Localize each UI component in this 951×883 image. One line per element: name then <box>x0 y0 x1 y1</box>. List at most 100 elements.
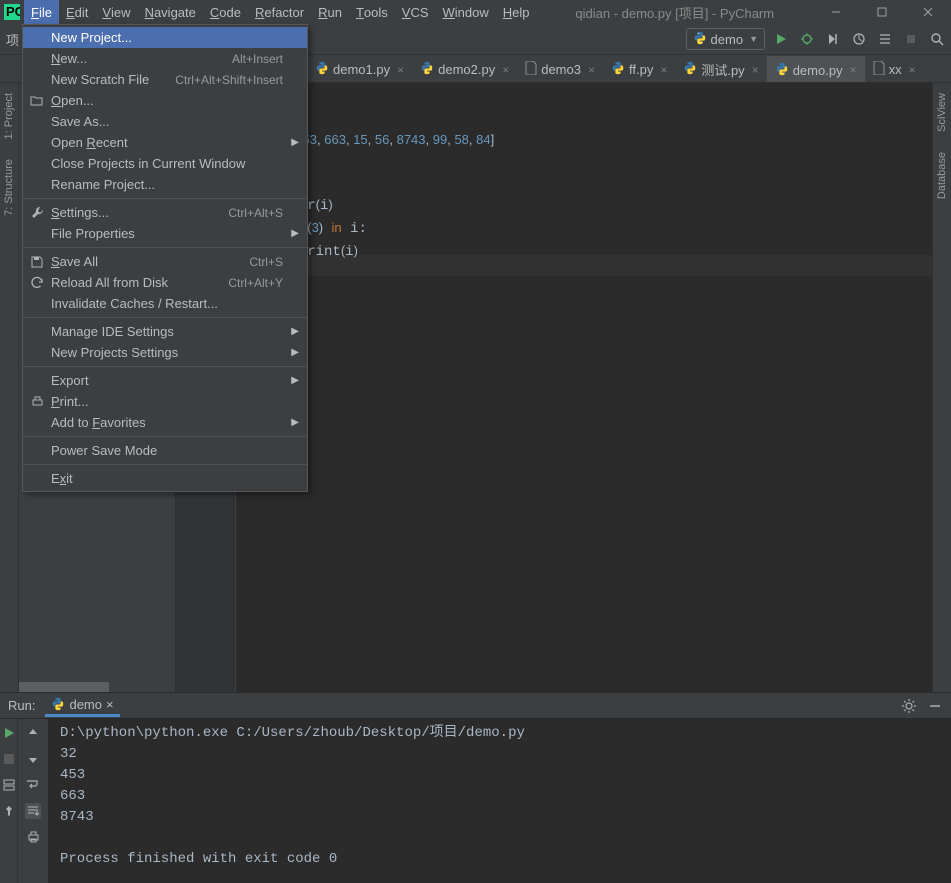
hide-panel-button[interactable] <box>927 698 943 714</box>
tool-button-sciview[interactable]: SciView <box>936 87 948 138</box>
layout-button[interactable] <box>1 777 17 793</box>
menu-item[interactable]: New Project... <box>23 27 307 48</box>
editor-tab[interactable]: demo3× <box>517 56 603 82</box>
run-actions-primary <box>0 719 17 883</box>
close-icon[interactable]: × <box>106 697 114 712</box>
chevron-right-icon: ▶ <box>291 228 299 239</box>
menu-window[interactable]: Window <box>436 0 496 24</box>
run-config-selector[interactable]: demo ▼ <box>686 28 765 50</box>
down-button[interactable] <box>25 751 41 767</box>
horizontal-scrollbar[interactable] <box>19 682 109 692</box>
menu-item[interactable]: New Projects Settings▶ <box>23 342 307 363</box>
run-panel-title: Run: <box>8 698 35 713</box>
menu-bar: FileEditViewNavigateCodeRefactorRunTools… <box>24 0 537 24</box>
menu-item[interactable]: Invalidate Caches / Restart... <box>23 293 307 314</box>
run-tab-label: demo <box>69 697 102 712</box>
rerun-button[interactable] <box>1 725 17 741</box>
menu-navigate[interactable]: Navigate <box>138 0 203 24</box>
search-everywhere-button[interactable] <box>929 31 945 47</box>
menu-vcs[interactable]: VCS <box>395 0 436 24</box>
close-icon[interactable]: × <box>752 63 759 77</box>
settings-icon[interactable] <box>901 698 917 714</box>
close-icon[interactable]: × <box>850 63 857 77</box>
menu-item[interactable]: Open Recent▶ <box>23 132 307 153</box>
menu-item[interactable]: Print... <box>23 391 307 412</box>
menu-run[interactable]: Run <box>311 0 349 24</box>
menu-item[interactable]: Export▶ <box>23 370 307 391</box>
console-output[interactable]: D:\python\python.exe C:/Users/zhoub/Desk… <box>48 719 951 883</box>
close-icon[interactable]: × <box>909 63 916 77</box>
run-coverage-button[interactable] <box>825 31 841 47</box>
tool-button-database[interactable]: Database <box>936 146 948 205</box>
menu-edit[interactable]: Edit <box>59 0 95 24</box>
run-button[interactable] <box>773 31 789 47</box>
tool-button-structure[interactable]: 7: Structure <box>3 153 15 222</box>
editor-tab[interactable]: demo2.py × <box>412 56 517 82</box>
menu-item[interactable]: Rename Project... <box>23 174 307 195</box>
menu-item[interactable]: Close Projects in Current Window <box>23 153 307 174</box>
close-icon[interactable]: × <box>397 63 404 77</box>
menu-item[interactable]: New...Alt+Insert <box>23 48 307 69</box>
code-text[interactable]: 15, 453, 663, 15, 56, 8743, 99, 58, 84] … <box>236 83 935 692</box>
python-icon <box>420 61 434 78</box>
menu-item[interactable]: Settings...Ctrl+Alt+S <box>23 202 307 223</box>
attach-button[interactable] <box>877 31 893 47</box>
stop-button[interactable] <box>903 31 919 47</box>
menu-item[interactable]: Save AllCtrl+S <box>23 251 307 272</box>
menu-file[interactable]: File <box>24 0 59 24</box>
profile-button[interactable] <box>851 31 867 47</box>
run-panel-header: Run: demo × <box>0 692 951 719</box>
chevron-right-icon: ▶ <box>291 326 299 337</box>
menu-item-label: Rename Project... <box>51 177 155 192</box>
menu-item[interactable]: Manage IDE Settings▶ <box>23 321 307 342</box>
soft-wrap-button[interactable] <box>25 777 41 793</box>
print-button[interactable] <box>25 829 41 845</box>
menu-item[interactable]: File Properties▶ <box>23 223 307 244</box>
run-tab[interactable]: demo × <box>45 695 119 717</box>
scroll-to-end-button[interactable] <box>25 803 41 819</box>
close-icon[interactable]: × <box>660 63 667 77</box>
menu-item[interactable]: Reload All from DiskCtrl+Alt+Y <box>23 272 307 293</box>
file-menu-dropdown: New Project...New...Alt+InsertNew Scratc… <box>22 24 308 492</box>
tab-label: ff.py <box>629 62 653 77</box>
tab-label: 测试.py <box>701 60 744 79</box>
close-icon[interactable]: × <box>588 63 595 77</box>
menu-view[interactable]: View <box>95 0 137 24</box>
menu-item[interactable]: Add to Favorites▶ <box>23 412 307 433</box>
menu-item[interactable]: New Scratch FileCtrl+Alt+Shift+Insert <box>23 69 307 90</box>
menu-item-label: Save All <box>51 254 98 269</box>
tab-label: demo2.py <box>438 62 495 77</box>
menu-item-label: Settings... <box>51 205 109 220</box>
editor-tab[interactable]: 测试.py × <box>675 56 766 82</box>
chevron-right-icon: ▶ <box>291 347 299 358</box>
tab-label: demo1.py <box>333 62 390 77</box>
menu-item[interactable]: Exit <box>23 468 307 489</box>
menu-refactor[interactable]: Refactor <box>248 0 311 24</box>
maximize-button[interactable] <box>859 0 905 24</box>
python-icon <box>611 61 625 78</box>
stop-button[interactable] <box>1 751 17 767</box>
file-icon <box>525 61 537 78</box>
menu-tools[interactable]: Tools <box>349 0 395 24</box>
window-controls <box>813 0 951 24</box>
menu-item[interactable]: Open... <box>23 90 307 111</box>
menu-help[interactable]: Help <box>496 0 537 24</box>
editor-tab[interactable]: demo1.py × <box>307 56 412 82</box>
close-icon[interactable]: × <box>502 63 509 77</box>
menu-item[interactable]: Power Save Mode <box>23 440 307 461</box>
up-button[interactable] <box>25 725 41 741</box>
editor-tab[interactable]: ff.py × <box>603 56 675 82</box>
python-icon <box>683 61 697 78</box>
pin-button[interactable] <box>1 803 17 819</box>
tool-button-project[interactable]: 1: Project <box>3 87 15 145</box>
debug-button[interactable] <box>799 31 815 47</box>
editor-tab[interactable]: demo.py× <box>767 56 865 82</box>
editor-tab[interactable]: xx× <box>865 56 924 82</box>
menu-item[interactable]: Save As... <box>23 111 307 132</box>
menu-code[interactable]: Code <box>203 0 248 24</box>
minimize-button[interactable] <box>813 0 859 24</box>
breadcrumb[interactable]: 项 <box>6 30 19 49</box>
shortcut-label: Ctrl+Alt+Y <box>228 276 283 290</box>
close-button[interactable] <box>905 0 951 24</box>
chevron-right-icon: ▶ <box>291 417 299 428</box>
